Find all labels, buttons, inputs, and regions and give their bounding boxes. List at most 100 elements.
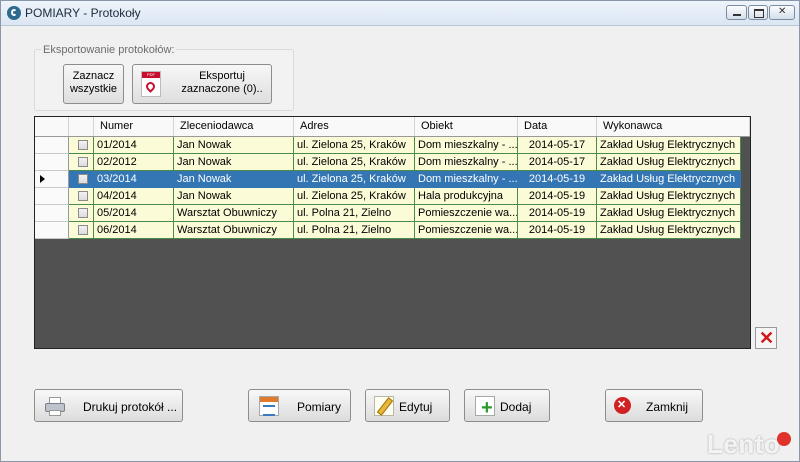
cell-numer[interactable]: 02/2012 bbox=[94, 154, 174, 171]
cell-numer[interactable]: 03/2014 bbox=[94, 171, 174, 188]
cell-data[interactable]: 2014-05-19 bbox=[518, 205, 597, 222]
row-header[interactable] bbox=[35, 205, 69, 222]
current-row-arrow-icon bbox=[40, 175, 45, 183]
cell-wykonawca[interactable]: Zakład Usług Elektrycznych bbox=[597, 154, 741, 171]
add-label: Dodaj bbox=[500, 400, 532, 414]
cell-wykonawca[interactable]: Zakład Usług Elektrycznych bbox=[597, 205, 741, 222]
row-checkbox[interactable] bbox=[78, 140, 88, 150]
add-button[interactable]: Dodaj bbox=[464, 389, 550, 422]
cell-data[interactable]: 2014-05-19 bbox=[518, 171, 597, 188]
checkbox-cell bbox=[69, 188, 94, 205]
table-row[interactable]: 06/2014 Warsztat Obuwniczy ul. Polna 21, Z… bbox=[35, 222, 741, 239]
cell-data[interactable]: 2014-05-19 bbox=[518, 188, 597, 205]
export-label-line1: Eksportuj bbox=[199, 70, 245, 82]
checkbox-cell bbox=[69, 222, 94, 239]
close-window-button[interactable] bbox=[769, 5, 795, 20]
cell-zleceniodawca[interactable]: Warsztat Obuwniczy bbox=[174, 205, 294, 222]
cell-zleceniodawca[interactable]: Jan Nowak bbox=[174, 137, 294, 154]
cell-data[interactable]: 2014-05-17 bbox=[518, 137, 597, 154]
cell-zleceniodawca[interactable]: Jan Nowak bbox=[174, 171, 294, 188]
cell-adres[interactable]: ul. Zielona 25, Kraków bbox=[294, 171, 415, 188]
export-label-line2: zaznaczone (0).. bbox=[181, 83, 263, 95]
cell-numer[interactable]: 01/2014 bbox=[94, 137, 174, 154]
export-selected-button[interactable]: Eksportuj zaznaczone (0).. bbox=[132, 64, 272, 104]
row-header[interactable] bbox=[35, 154, 69, 171]
close-button[interactable]: Zamknij bbox=[605, 389, 703, 422]
column-header-data[interactable]: Data bbox=[518, 117, 597, 136]
pencil-icon bbox=[374, 396, 394, 416]
table-row[interactable]: 03/2014 Jan Nowak ul. Zielona 25, Kraków Do… bbox=[35, 171, 741, 188]
checkbox-cell bbox=[69, 205, 94, 222]
edit-button[interactable]: Edytuj bbox=[365, 389, 450, 422]
row-checkbox[interactable] bbox=[78, 174, 88, 184]
measurements-label: Pomiary bbox=[297, 400, 342, 414]
delete-button[interactable]: ✕ bbox=[755, 327, 777, 349]
measurements-icon bbox=[259, 396, 279, 416]
add-icon bbox=[475, 396, 495, 418]
cell-adres[interactable]: ul. Polna 21, Zielno bbox=[294, 205, 415, 222]
window-title: POMIARY - Protokoły bbox=[25, 6, 141, 20]
cell-zleceniodawca[interactable]: Warsztat Obuwniczy bbox=[174, 222, 294, 239]
row-header[interactable] bbox=[35, 137, 69, 154]
cell-numer[interactable]: 05/2014 bbox=[94, 205, 174, 222]
row-checkbox[interactable] bbox=[78, 191, 88, 201]
checkbox-cell bbox=[69, 154, 94, 171]
table-row[interactable]: 02/2012 Jan Nowak ul. Zielona 25, Kraków Do… bbox=[35, 154, 741, 171]
row-header-corner bbox=[35, 117, 69, 136]
row-checkbox[interactable] bbox=[78, 208, 88, 218]
column-header-adres[interactable]: Adres bbox=[294, 117, 415, 136]
row-checkbox[interactable] bbox=[78, 225, 88, 235]
select-all-label-line2: wszystkie bbox=[69, 83, 118, 95]
app-icon bbox=[7, 6, 21, 20]
window: POMIARY - Protokoły Eksportowanie protok… bbox=[0, 0, 800, 462]
cell-numer[interactable]: 06/2014 bbox=[94, 222, 174, 239]
cell-adres[interactable]: ul. Zielona 25, Kraków bbox=[294, 188, 415, 205]
column-header-obiekt[interactable]: Obiekt bbox=[415, 117, 518, 136]
row-header[interactable] bbox=[35, 171, 69, 188]
maximize-button[interactable] bbox=[748, 5, 768, 20]
cell-obiekt[interactable]: Pomieszczenie wa... bbox=[415, 222, 518, 239]
measurements-button[interactable]: Pomiary bbox=[248, 389, 351, 422]
minimize-button[interactable] bbox=[726, 5, 747, 20]
print-protocol-label: Drukuj protokół ... bbox=[83, 400, 178, 414]
cell-obiekt[interactable]: Hala produkcyjna bbox=[415, 188, 518, 205]
print-protocol-button[interactable]: Drukuj protokół ... bbox=[34, 389, 183, 422]
cell-adres[interactable]: ul. Polna 21, Zielno bbox=[294, 222, 415, 239]
table-row[interactable]: 04/2014 Jan Nowak ul. Zielona 25, Kraków Ha… bbox=[35, 188, 741, 205]
checkbox-cell bbox=[69, 137, 94, 154]
cell-wykonawca[interactable]: Zakład Usług Elektrycznych bbox=[597, 222, 741, 239]
select-all-button[interactable]: Zaznacz wszystkie bbox=[63, 64, 124, 104]
cell-obiekt[interactable]: Dom mieszkalny - ... bbox=[415, 154, 518, 171]
delete-x-icon: ✕ bbox=[759, 328, 775, 348]
close-label: Zamknij bbox=[646, 400, 689, 414]
cell-adres[interactable]: ul. Zielona 25, Kraków bbox=[294, 154, 415, 171]
row-header[interactable] bbox=[35, 222, 69, 239]
row-checkbox[interactable] bbox=[78, 157, 88, 167]
column-header-wykonawca[interactable]: Wykonawca bbox=[597, 117, 750, 136]
cell-obiekt[interactable]: Dom mieszkalny - ... bbox=[415, 171, 518, 188]
watermark-dot-icon bbox=[777, 432, 791, 446]
cell-obiekt[interactable]: Pomieszczenie wa... bbox=[415, 205, 518, 222]
cell-data[interactable]: 2014-05-19 bbox=[518, 222, 597, 239]
cell-data[interactable]: 2014-05-17 bbox=[518, 154, 597, 171]
row-header[interactable] bbox=[35, 188, 69, 205]
close-circle-icon bbox=[614, 397, 631, 414]
cell-wykonawca[interactable]: Zakład Usług Elektrycznych bbox=[597, 171, 741, 188]
pdf-icon bbox=[141, 71, 161, 97]
cell-wykonawca[interactable]: Zakład Usług Elektrycznych bbox=[597, 188, 741, 205]
cell-wykonawca[interactable]: Zakład Usług Elektrycznych bbox=[597, 137, 741, 154]
cell-obiekt[interactable]: Dom mieszkalny - ... bbox=[415, 137, 518, 154]
cell-zleceniodawca[interactable]: Jan Nowak bbox=[174, 188, 294, 205]
edit-label: Edytuj bbox=[399, 400, 433, 414]
protocols-grid[interactable]: Numer Zleceniodawca Adres Obiekt Data Wy… bbox=[34, 116, 751, 349]
cell-adres[interactable]: ul. Zielona 25, Kraków bbox=[294, 137, 415, 154]
checkbox-cell bbox=[69, 171, 94, 188]
table-row[interactable]: 05/2014 Warsztat Obuwniczy ul. Polna 21, Z… bbox=[35, 205, 741, 222]
column-header-zleceniodawca[interactable]: Zleceniodawca bbox=[174, 117, 294, 136]
cell-zleceniodawca[interactable]: Jan Nowak bbox=[174, 154, 294, 171]
table-row[interactable]: 01/2014 Jan Nowak ul. Zielona 25, Kraków Do… bbox=[35, 137, 741, 154]
column-header-numer[interactable]: Numer bbox=[94, 117, 174, 136]
title-bar[interactable]: POMIARY - Protokoły bbox=[1, 1, 799, 26]
cell-numer[interactable]: 04/2014 bbox=[94, 188, 174, 205]
watermark-logo: Lento bbox=[707, 429, 791, 460]
